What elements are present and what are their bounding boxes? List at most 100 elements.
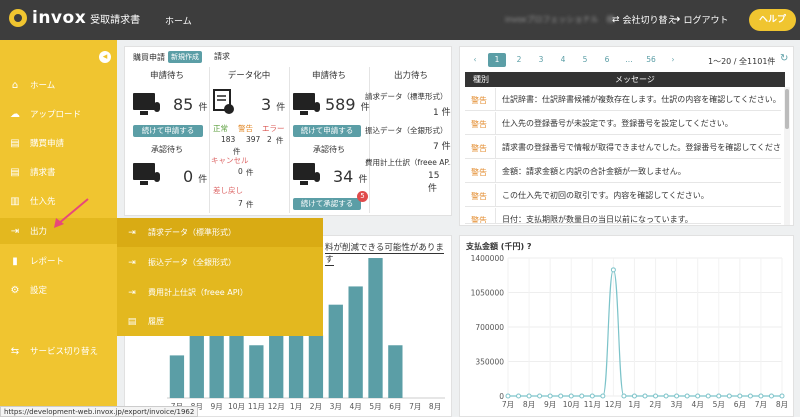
- cancel-count[interactable]: 0: [238, 167, 243, 176]
- nav-home-link[interactable]: ホーム: [165, 14, 192, 27]
- status-warn-count[interactable]: 397: [246, 135, 260, 144]
- collapse-sidebar-button[interactable]: ◂: [99, 51, 111, 63]
- submenu-item-invoice-data[interactable]: ⇥ 請求データ（標準形式）: [117, 218, 323, 247]
- table-row[interactable]: 警告 仕入先の登録番号が未設定です。登録番号を設定してください。: [465, 112, 781, 135]
- status-error-count[interactable]: 2: [267, 135, 272, 144]
- bar: [328, 304, 343, 398]
- sidebar-item-service-switch[interactable]: ⇆ サービス切り替え: [0, 338, 117, 364]
- submenu-item-freee-journal[interactable]: ⇥ 費用計上仕訳（freee API）: [117, 278, 323, 307]
- sidebar-item-invoices[interactable]: ▤ 請求書: [0, 159, 117, 185]
- returned-count[interactable]: 7: [238, 199, 243, 208]
- switch-company-label: 会社切り替え: [622, 16, 677, 26]
- export-icon: ⇥: [128, 287, 136, 298]
- logout-button[interactable]: ➜ ログアウト: [673, 13, 729, 27]
- purchase-header-label: 購買申請: [133, 52, 165, 62]
- page-button[interactable]: 2: [510, 53, 528, 67]
- submenu-item-label: 費用計上仕訳（freee API）: [148, 288, 248, 297]
- invoice-approve-waiting-count: 34 件: [333, 167, 368, 186]
- submenu-item-transfer-data[interactable]: ⇥ 振込データ（全銀形式）: [117, 248, 323, 277]
- column-header-message: メッセージ: [615, 75, 655, 84]
- home-icon: ⌂: [11, 79, 19, 91]
- page-range: 1〜20 / 全1101件: [708, 57, 776, 66]
- table-row[interactable]: 警告 請求書の登録番号で情報が取得できませんでした。登録番号を確認してください。: [465, 136, 781, 159]
- data-point: [705, 393, 711, 399]
- sidebar-item-settings[interactable]: ⚙ 設定: [0, 277, 117, 303]
- bar: [229, 327, 244, 398]
- data-point: [568, 393, 574, 399]
- continue-approve-button[interactable]: 続けて承認する: [293, 198, 361, 210]
- sidebar-item-label: ホーム: [30, 81, 56, 91]
- purchase-header: 購買申請 新規作成: [133, 51, 202, 63]
- x-tick-label: 3月: [330, 402, 342, 411]
- table-row[interactable]: 警告 日付：支払期限が数量日の当日以前になっています。: [465, 208, 781, 224]
- history-icon: ▤: [127, 316, 137, 327]
- x-tick-label: 4月: [350, 402, 362, 411]
- table-row[interactable]: 警告 金額：請求金額と内訳の合計金額が一致しません。: [465, 160, 781, 183]
- scrollbar[interactable]: [784, 87, 790, 225]
- page-button[interactable]: 1: [488, 53, 506, 67]
- switch-company-button[interactable]: ⇄ 会社切り替え: [612, 13, 677, 27]
- bar: [209, 335, 224, 398]
- sidebar-item-reports[interactable]: ▮ レポート: [0, 248, 117, 274]
- row-kind: 警告: [471, 120, 487, 129]
- col-title: 申請待ち: [149, 71, 184, 81]
- data-point: [642, 393, 648, 399]
- new-request-button[interactable]: 新規作成: [168, 51, 202, 63]
- x-tick-label: 2月: [649, 400, 661, 409]
- continue-apply-button[interactable]: 続けて申請する: [133, 125, 203, 137]
- sidebar-item-purchase-request[interactable]: ▤ 購買申請: [0, 130, 117, 156]
- y-tick-label: 1050000: [471, 289, 505, 298]
- page-button[interactable]: 6: [598, 53, 616, 67]
- row-kind: 警告: [471, 144, 487, 153]
- notification-badge: 5: [357, 191, 368, 202]
- status-ok-count[interactable]: 183: [221, 135, 235, 144]
- cloud-upload-icon: ☁: [10, 108, 20, 120]
- divider: [209, 67, 210, 213]
- bar: [269, 331, 284, 398]
- data-point: [579, 393, 585, 399]
- page-button[interactable]: 4: [554, 53, 572, 67]
- data-point: [716, 393, 722, 399]
- sidebar-item-label: レポート: [30, 257, 65, 267]
- export-item-count[interactable]: 15 件: [428, 171, 451, 194]
- sidebar-item-label: 請求書: [30, 168, 56, 178]
- computer-icon: [293, 163, 320, 187]
- page-button[interactable]: 56: [642, 53, 660, 67]
- x-tick-label: 9月: [544, 400, 556, 409]
- export-item-count[interactable]: 1 件: [433, 105, 451, 118]
- building-icon: ▥: [10, 195, 20, 207]
- bar: [348, 286, 363, 398]
- export-icon: ⇥: [128, 227, 136, 238]
- unit-label: 件: [246, 200, 254, 209]
- page-button[interactable]: 3: [532, 53, 550, 67]
- sidebar-item-label: 設定: [30, 286, 48, 296]
- unit-label: 件: [276, 136, 284, 145]
- table-row[interactable]: 警告 この仕入先で初回の取引です。内容を確認してください。: [465, 184, 781, 207]
- refresh-icon[interactable]: ↻: [780, 53, 788, 64]
- column-header-kind: 種別: [473, 75, 489, 84]
- row-message: 仕訳辞書：仕訳辞書候補が複数存在します。仕訳の内容を確認してください。: [495, 88, 781, 110]
- submenu-item-history[interactable]: ▤ 履歴: [117, 307, 323, 336]
- divider: [289, 67, 290, 213]
- sidebar-item-upload[interactable]: ☁ アップロード: [0, 101, 117, 127]
- export-icon: ⇥: [128, 257, 136, 268]
- data-point: [505, 393, 511, 399]
- continue-apply-button[interactable]: 続けて申請する: [293, 125, 361, 137]
- sidebar-item-home[interactable]: ⌂ ホーム: [0, 72, 117, 98]
- data-point: [537, 393, 543, 399]
- table-row[interactable]: 警告 仕訳辞書：仕訳辞書候補が複数存在します。仕訳の内容を確認してください。: [465, 88, 781, 111]
- page-prev-button[interactable]: ‹: [466, 53, 484, 67]
- page-next-button[interactable]: ›: [664, 53, 682, 67]
- export-item-count[interactable]: 7 件: [433, 139, 451, 152]
- row-message: 請求書の登録番号で情報が取得できませんでした。登録番号を確認してください。: [495, 136, 781, 158]
- submenu-item-label: 履歴: [148, 317, 164, 326]
- help-button[interactable]: ヘルプ: [749, 9, 796, 31]
- data-point: [516, 393, 522, 399]
- page-button[interactable]: 5: [576, 53, 594, 67]
- x-tick-label: 5月: [713, 400, 725, 409]
- col-title: 出力待ち: [393, 71, 428, 81]
- scrollbar-thumb[interactable]: [785, 89, 789, 129]
- app-logo[interactable]: invox 受取請求書: [9, 8, 140, 28]
- company-name: invoxプロフェッショナル 様: [505, 15, 615, 24]
- row-message: この仕入先で初回の取引です。内容を確認してください。: [495, 184, 781, 206]
